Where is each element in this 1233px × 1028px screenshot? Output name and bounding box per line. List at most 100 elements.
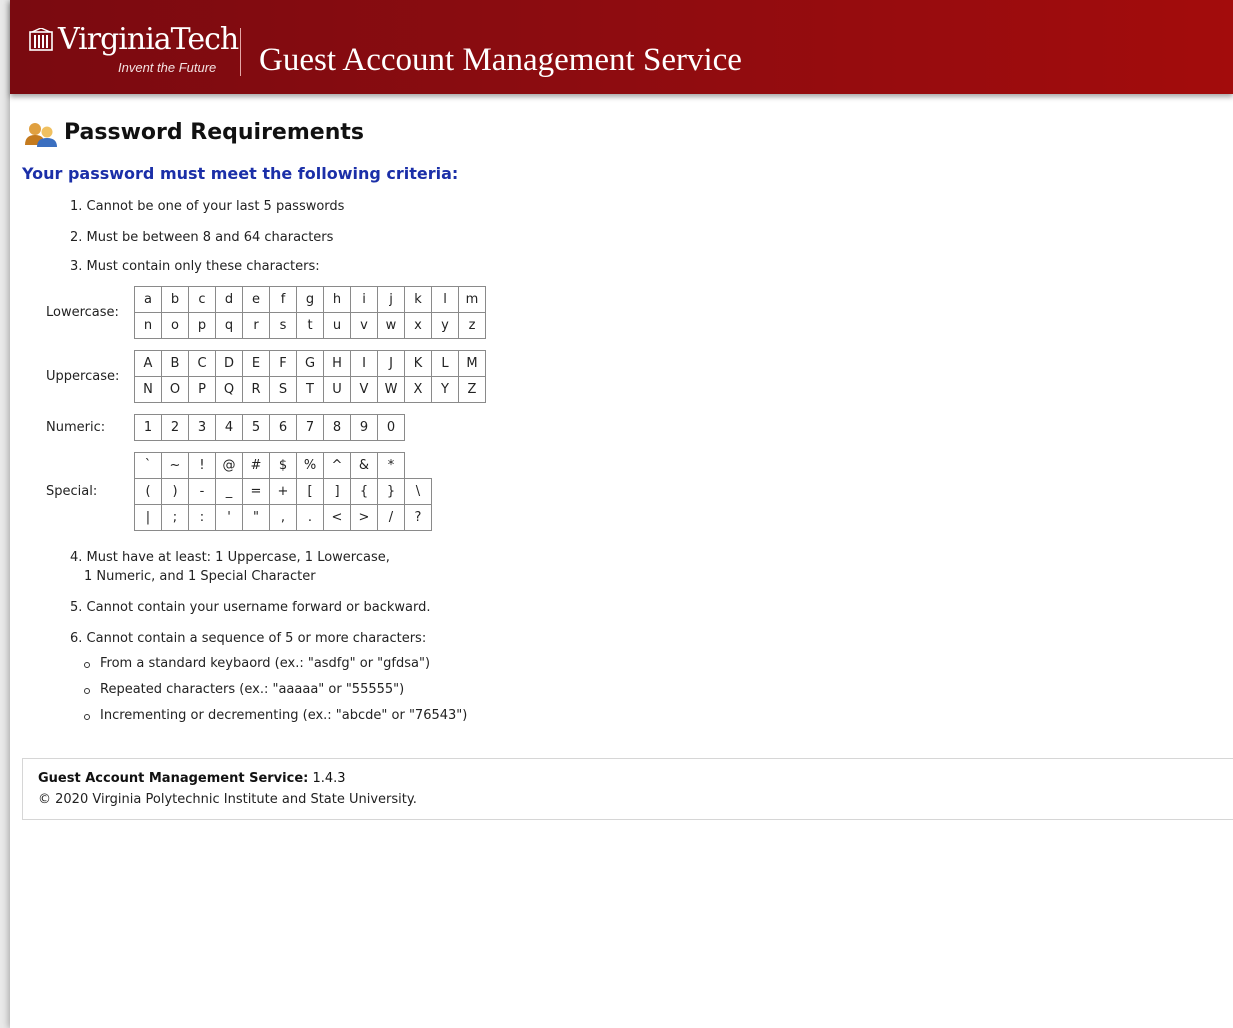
special-row: Special: ` ~! @ # $% ^ & *() - _ = +[]{} \ |;: ' ",. < > /… — [42, 446, 485, 536]
uppercase-char-cell: B — [161, 350, 189, 377]
special-char-cell: @ — [215, 452, 243, 479]
page-footer: Guest Account Management Service: 1.4.3 … — [22, 758, 1233, 820]
lowercase-char-cell: j — [377, 286, 405, 313]
special-char-row: () - _ = +[]{} \ — [134, 478, 485, 505]
special-char-cell: $ — [269, 452, 297, 479]
special-char-cell: { — [350, 478, 378, 505]
special-grid: ` ~! @ # $% ^ & *() - _ = +[]{} \ |;: ' ",. < > /? — [134, 452, 485, 531]
uppercase-char-cell: M — [458, 350, 486, 377]
special-char-cell: \ — [404, 478, 432, 505]
uppercase-char-cell: C — [188, 350, 216, 377]
special-char-cell: | — [134, 504, 162, 531]
lowercase-char-cell: v — [350, 312, 378, 339]
numeric-char-cell: 8 — [323, 414, 351, 441]
special-char-cell: ] — [323, 478, 351, 505]
app-title: Guest Account Management Service — [259, 42, 742, 78]
special-char-row: ` ~! @ # $% ^ & * — [134, 452, 485, 479]
lowercase-char-cell: e — [242, 286, 270, 313]
lowercase-char-cell: u — [323, 312, 351, 339]
uppercase-char-cell: G — [296, 350, 324, 377]
special-char-cell: # — [242, 452, 270, 479]
header-divider — [240, 28, 241, 76]
special-char-cell: / — [377, 504, 405, 531]
lowercase-char-cell: r — [242, 312, 270, 339]
lowercase-char-cell: s — [269, 312, 297, 339]
special-char-cell: _ — [215, 478, 243, 505]
lowercase-char-cell: p — [188, 312, 216, 339]
uppercase-char-cell: K — [404, 350, 432, 377]
rule-6-sublist: From a standard keybaord (ex.: "asdfg" o… — [70, 654, 1222, 725]
uppercase-char-cell: D — [215, 350, 243, 377]
lowercase-char-cell: q — [215, 312, 243, 339]
uppercase-char-row: NOPQRSTUVWXYZ — [134, 376, 486, 403]
uppercase-char-cell: W — [377, 376, 405, 403]
lowercase-char-cell: k — [404, 286, 432, 313]
lowercase-char-cell: n — [134, 312, 162, 339]
lowercase-char-cell: b — [161, 286, 189, 313]
rule-3-text: 3. Must contain only these characters: — [70, 259, 320, 274]
lowercase-label: Lowercase: — [46, 304, 119, 320]
rules-list: 1. Cannot be one of your last 5 password… — [22, 197, 1222, 725]
special-char-cell: ) — [161, 478, 189, 505]
rule-4: 4. Must have at least: 1 Uppercase, 1 Lo… — [70, 548, 1222, 586]
uppercase-grid: ABCDEFGHIJKLMNOPQRSTUVWXYZ — [134, 350, 486, 403]
special-char-cell: = — [242, 478, 270, 505]
page-frame: VirginiaTech Invent the Future Guest Acc… — [10, 0, 1233, 1028]
rule-1: 1. Cannot be one of your last 5 password… — [70, 199, 345, 214]
logo-text: VirginiaTech — [58, 22, 239, 57]
uppercase-char-cell: H — [323, 350, 351, 377]
rule-3: 3. Must contain only these characters: L… — [46, 257, 1222, 536]
special-char-cell: [ — [296, 478, 324, 505]
lowercase-char-cell: x — [404, 312, 432, 339]
lowercase-char-cell: t — [296, 312, 324, 339]
lowercase-char-cell: a — [134, 286, 162, 313]
uppercase-char-cell: T — [296, 376, 324, 403]
uppercase-char-cell: E — [242, 350, 270, 377]
uppercase-char-cell: X — [404, 376, 432, 403]
rule-4-line-1: 4. Must have at least: 1 Uppercase, 1 Lo… — [70, 550, 390, 565]
special-char-cell: , — [269, 504, 297, 531]
page-title: Password Requirements — [64, 120, 364, 145]
building-icon — [29, 28, 53, 51]
special-char-cell: + — [269, 478, 297, 505]
special-char-cell: . — [296, 504, 324, 531]
site-header: VirginiaTech Invent the Future Guest Acc… — [10, 0, 1233, 94]
numeric-grid: 1234567890 — [134, 414, 485, 441]
uppercase-char-cell: A — [134, 350, 162, 377]
numeric-char-cell: 9 — [350, 414, 378, 441]
special-char-cell: < — [323, 504, 351, 531]
special-char-cell: " — [242, 504, 270, 531]
numeric-char-row: 1234567890 — [134, 414, 485, 441]
uppercase-char-cell: O — [161, 376, 189, 403]
numeric-label: Numeric: — [46, 419, 106, 435]
uppercase-char-cell: Q — [215, 376, 243, 403]
numeric-char-cell: 0 — [377, 414, 405, 441]
special-char-cell: & — [350, 452, 378, 479]
special-char-cell: ^ — [323, 452, 351, 479]
uppercase-char-cell: I — [350, 350, 378, 377]
uppercase-label: Uppercase: — [46, 368, 120, 384]
special-char-cell: : — [188, 504, 216, 531]
lowercase-char-cell: l — [431, 286, 459, 313]
special-char-cell: * — [377, 452, 405, 479]
criteria-heading: Your password must meet the following cr… — [22, 164, 459, 183]
special-char-cell: ` — [134, 452, 162, 479]
lowercase-char-cell: c — [188, 286, 216, 313]
lowercase-char-cell: i — [350, 286, 378, 313]
lowercase-char-cell: z — [458, 312, 486, 339]
footer-copyright: © 2020 Virginia Polytechnic Institute an… — [38, 792, 417, 807]
special-char-cell: ~ — [161, 452, 189, 479]
footer-service-name: Guest Account Management Service: — [38, 771, 309, 786]
uppercase-row: Uppercase: ABCDEFGHIJKLMNOPQRSTUVWXYZ — [42, 344, 486, 408]
special-char-cell: ? — [404, 504, 432, 531]
uppercase-char-cell: L — [431, 350, 459, 377]
uppercase-char-cell: J — [377, 350, 405, 377]
special-char-cell: ' — [215, 504, 243, 531]
special-label: Special: — [46, 483, 98, 499]
special-char-row: |;: ' ",. < > /? — [134, 504, 485, 531]
main-content: Password Requirements Your password must… — [22, 118, 1222, 737]
lowercase-char-cell: w — [377, 312, 405, 339]
special-char-cell: ( — [134, 478, 162, 505]
uppercase-char-cell: P — [188, 376, 216, 403]
numeric-char-cell: 5 — [242, 414, 270, 441]
